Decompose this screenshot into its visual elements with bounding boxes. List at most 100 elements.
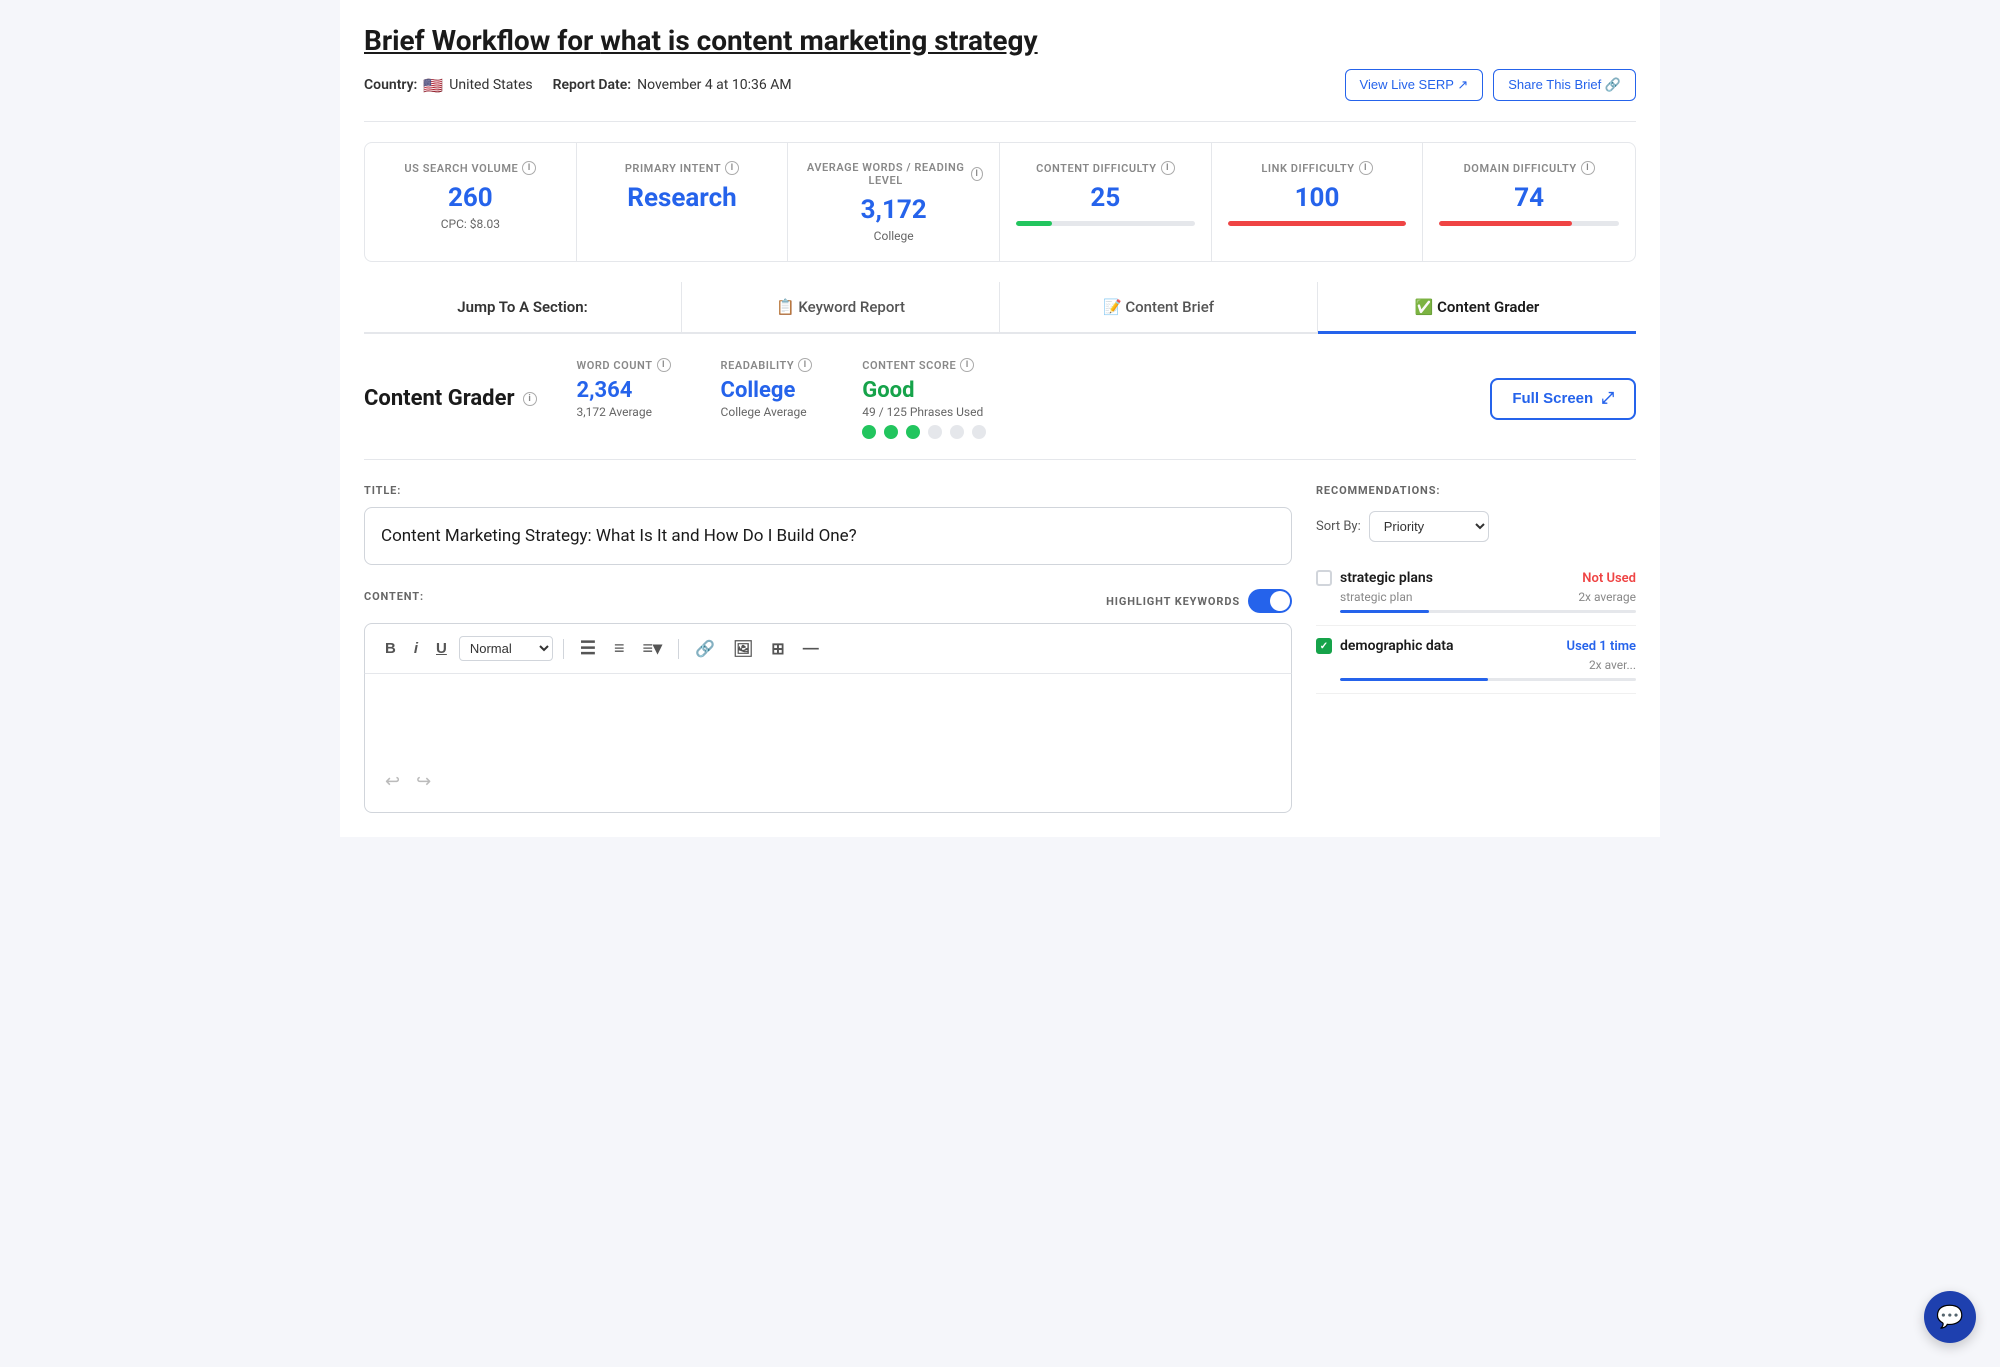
tab-jump-to-section: Jump To A Section: xyxy=(364,282,682,332)
stat-label-4: LINK DIFFICULTY i xyxy=(1228,161,1407,175)
cg-title-text: Content Grader xyxy=(364,386,515,411)
content-label: CONTENT: xyxy=(364,590,424,603)
info-icon-content-score[interactable]: i xyxy=(960,358,974,372)
page-title: Brief Workflow for what is content marke… xyxy=(364,24,1636,57)
stat-sub-2: College xyxy=(804,229,983,243)
align-button[interactable]: ≡▾ xyxy=(637,634,669,663)
score-dot-4 xyxy=(928,425,942,439)
stat-value-0: 260 xyxy=(381,183,560,213)
info-icon-link-difficulty[interactable]: i xyxy=(1359,161,1373,175)
info-icon-search-volume[interactable]: i xyxy=(522,161,536,175)
ordered-list-button[interactable]: ☰ xyxy=(574,634,602,663)
chat-icon: 💬 xyxy=(1936,1305,1963,1330)
cg-stat-readability: READABILITY i College College Average xyxy=(721,358,813,439)
rec-bar-fill-0 xyxy=(1340,610,1429,613)
sort-by-select[interactable]: Priority Alphabetical Status xyxy=(1369,511,1489,542)
italic-button[interactable]: i xyxy=(408,636,424,661)
rec-status-1: Used 1 time xyxy=(1567,639,1636,654)
rec-keyword-1: demographic data xyxy=(1316,638,1454,654)
chat-bubble-button[interactable]: 💬 xyxy=(1924,1291,1976,1343)
stat-value-1: Research xyxy=(593,183,772,213)
rec-sub-1: 2x aver... xyxy=(1340,658,1636,672)
recommendations-header: RECOMMENDATIONS: xyxy=(1316,484,1636,497)
rec-item-header-1: demographic data Used 1 time xyxy=(1316,638,1636,654)
title-label: TITLE: xyxy=(364,484,1292,497)
sort-by-label: Sort By: xyxy=(1316,519,1361,534)
recommendation-item-1: demographic data Used 1 time 2x aver... xyxy=(1316,626,1636,694)
content-grader-stats: WORD COUNT i 2,364 3,172 Average READABI… xyxy=(577,358,1451,439)
unordered-list-button[interactable]: ≡ xyxy=(608,634,631,663)
bold-button[interactable]: B xyxy=(379,636,402,661)
undo-redo-group: ↩ ↪ xyxy=(381,767,435,796)
toolbar-separator-2 xyxy=(678,639,679,659)
rec-sub-0: strategic plan 2x average xyxy=(1340,590,1636,604)
editor-section: TITLE: CONTENT: HIGHLIGHT KEYWORDS B i U… xyxy=(364,484,1292,813)
fullscreen-icon: ⤢ xyxy=(1601,390,1614,408)
rec-status-0: Not Used xyxy=(1582,571,1636,586)
highlight-keywords-toggle[interactable] xyxy=(1248,589,1292,613)
tab-grader-icon: ✅ xyxy=(1415,298,1437,316)
tab-content-brief[interactable]: 📝 Content Brief xyxy=(1000,282,1318,332)
stat-bar-4 xyxy=(1228,221,1407,226)
stat-content-difficulty: CONTENT DIFFICULTY i 25 xyxy=(1000,143,1212,261)
rec-checkbox-0[interactable] xyxy=(1316,570,1332,586)
stat-bar-fill-5 xyxy=(1439,221,1572,226)
title-keyword: what is content marketing strategy xyxy=(600,24,1037,57)
info-icon-domain-difficulty[interactable]: i xyxy=(1581,161,1595,175)
rec-bar-fill-1 xyxy=(1340,678,1488,681)
tab-content-grader[interactable]: ✅ Content Grader xyxy=(1318,282,1636,332)
stat-label-0: US SEARCH VOLUME i xyxy=(381,161,560,175)
stat-label-5: DOMAIN DIFFICULTY i xyxy=(1439,161,1619,175)
cg-stat-label-content-score: CONTENT SCORE i xyxy=(862,358,986,372)
tab-brief-icon: 📝 xyxy=(1103,298,1125,316)
main-content: TITLE: CONTENT: HIGHLIGHT KEYWORDS B i U… xyxy=(364,484,1636,813)
stat-primary-intent: PRIMARY INTENT i Research xyxy=(577,143,789,261)
image-button[interactable]: 🖼 xyxy=(727,635,759,663)
stat-bar-3 xyxy=(1016,221,1195,226)
view-live-serp-button[interactable]: View Live SERP ↗ xyxy=(1345,69,1484,101)
info-icon-readability[interactable]: i xyxy=(798,358,812,372)
tab-keyword-report[interactable]: 📋 Keyword Report xyxy=(682,282,1000,332)
score-dot-1 xyxy=(862,425,876,439)
info-icon-word-count[interactable]: i xyxy=(657,358,671,372)
divider-button[interactable]: — xyxy=(797,636,825,662)
stat-bar-5 xyxy=(1439,221,1619,226)
tab-keyword-label: Keyword Report xyxy=(798,298,905,316)
editor-toolbar: B i U Normal Heading 1 Heading 2 Heading… xyxy=(364,623,1292,673)
stat-value-2: 3,172 xyxy=(804,195,983,225)
style-select[interactable]: Normal Heading 1 Heading 2 Heading 3 xyxy=(459,636,553,661)
underline-button[interactable]: U xyxy=(430,636,453,661)
info-icon-avg-words[interactable]: i xyxy=(971,167,983,181)
undo-button[interactable]: ↩ xyxy=(381,767,404,796)
stat-bar-fill-3 xyxy=(1016,221,1052,226)
tab-brief-label: Content Brief xyxy=(1125,298,1214,316)
rec-keyword-text-1: demographic data xyxy=(1340,638,1454,654)
info-icon-content-difficulty[interactable]: i xyxy=(1161,161,1175,175)
navigation-tabs: Jump To A Section: 📋 Keyword Report 📝 Co… xyxy=(364,282,1636,334)
info-icon-content-grader[interactable]: i xyxy=(523,392,537,406)
country-name: United States xyxy=(449,77,532,93)
stat-value-5: 74 xyxy=(1439,183,1619,213)
score-dot-3 xyxy=(906,425,920,439)
link-button[interactable]: 🔗 xyxy=(689,635,721,663)
title-input[interactable] xyxy=(364,507,1292,565)
highlight-keywords-toggle-group: HIGHLIGHT KEYWORDS xyxy=(1106,589,1292,613)
fullscreen-button[interactable]: Full Screen ⤢ xyxy=(1490,378,1636,420)
rec-checkbox-1[interactable] xyxy=(1316,638,1332,654)
cg-stat-sub-word-count: 3,172 Average xyxy=(577,405,671,419)
info-icon-primary-intent[interactable]: i xyxy=(725,161,739,175)
table-button[interactable]: ⊞ xyxy=(765,635,790,663)
cg-stat-value-word-count: 2,364 xyxy=(577,378,671,403)
cg-stat-label-readability: READABILITY i xyxy=(721,358,813,372)
country-label: Country: xyxy=(364,77,417,93)
rec-sub-avg-0: 2x average xyxy=(1578,590,1636,604)
share-brief-button[interactable]: Share This Brief 🔗 xyxy=(1493,69,1636,101)
stat-value-3: 25 xyxy=(1016,183,1195,213)
cg-stat-content-score: CONTENT SCORE i Good 49 / 125 Phrases Us… xyxy=(862,358,986,439)
report-date-value: November 4 at 10:36 AM xyxy=(637,77,791,93)
rec-sub-avg-1: 2x aver... xyxy=(1589,658,1636,672)
highlight-keywords-label: HIGHLIGHT KEYWORDS xyxy=(1106,595,1240,608)
redo-button[interactable]: ↪ xyxy=(412,767,435,796)
content-score-progress xyxy=(862,425,986,439)
tab-keyword-icon: 📋 xyxy=(776,298,798,316)
